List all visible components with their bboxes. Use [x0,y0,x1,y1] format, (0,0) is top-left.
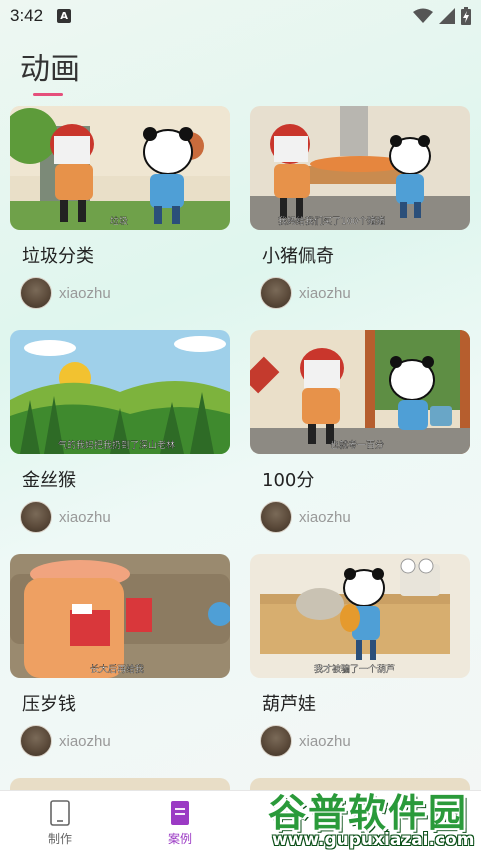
avatar [260,725,292,757]
avatar [260,277,292,309]
status-time: 3:42 [10,6,44,25]
page-title: 动画 [20,52,80,87]
video-thumbnail[interactable]: 也就考一百分 [250,330,470,454]
video-card[interactable]: 我妈给我们买了100个猪猪 小猪佩奇 xiaozhu [250,106,470,309]
video-thumbnail[interactable]: 长大后再给我 [10,554,230,678]
author-name: xiaozhu [299,732,351,750]
document-icon [171,801,189,825]
signal-icon [439,8,455,24]
video-title: 100分 [262,470,315,491]
video-caption: 气的我妈把我扔到了深山老林 [58,439,175,451]
tablet-icon [50,800,70,826]
watermark: 谷普软件园 www.gupuxiazai.com [262,776,481,856]
author-name: xiaozhu [299,508,351,526]
video-caption: 我才被骗了一个葫芦 [314,663,395,675]
avatar [260,501,292,533]
author-row[interactable]: xiaozhu [260,725,351,757]
video-caption: 我妈给我们买了100个猪猪 [278,215,385,227]
author-name: xiaozhu [299,284,351,302]
video-thumbnail[interactable]: 我妈给我们买了100个猪猪 [250,106,470,230]
video-title: 垃圾分类 [22,246,94,267]
video-title: 小猪佩奇 [262,246,334,267]
video-card[interactable]: 垃圾 垃圾分类 xiaozhu [10,106,230,309]
author-name: xiaozhu [59,732,111,750]
video-title: 压岁钱 [22,694,76,715]
author-name: xiaozhu [59,508,111,526]
video-thumbnail[interactable]: 垃圾 [10,106,230,230]
tab-cases-label: 案例 [167,832,192,846]
watermark-text: 谷普软件园 [268,791,469,835]
author-row[interactable]: xiaozhu [20,501,111,533]
wifi-icon [413,8,433,23]
author-row[interactable]: xiaozhu [20,277,111,309]
battery-charging-icon [461,7,471,25]
watermark-url: www.gupuxiazai.com [272,830,475,850]
video-thumbnail[interactable]: 气的我妈把我扔到了深山老林 [10,330,230,454]
tab-make-label: 制作 [47,832,72,846]
status-bar: 3:42 A [0,0,481,32]
video-card[interactable]: 我才被骗了一个葫芦 葫芦娃 xiaozhu [250,554,470,757]
tab-make[interactable]: 制作 [0,791,120,856]
video-caption: 垃圾 [110,215,128,227]
video-card[interactable]: 也就考一百分 100分 xiaozhu [250,330,470,533]
avatar [20,501,52,533]
status-icons [413,7,471,25]
author-row[interactable]: xiaozhu [20,725,111,757]
video-caption: 长大后再给我 [90,663,144,675]
author-name: xiaozhu [59,284,111,302]
avatar [20,277,52,309]
a-square-icon: A [57,9,72,23]
tab-cases[interactable]: 案例 [120,791,240,856]
avatar [20,725,52,757]
title-underline [33,93,63,96]
video-card-partial[interactable] [10,778,230,790]
video-title: 金丝猴 [22,470,76,491]
author-row[interactable]: xiaozhu [260,277,351,309]
video-title: 葫芦娃 [262,694,316,715]
video-thumbnail[interactable]: 我才被骗了一个葫芦 [250,554,470,678]
author-row[interactable]: xiaozhu [260,501,351,533]
video-card[interactable]: 气的我妈把我扔到了深山老林 金丝猴 xiaozhu [10,330,230,533]
video-card[interactable]: 长大后再给我 压岁钱 xiaozhu [10,554,230,757]
video-caption: 也就考一百分 [330,439,384,451]
